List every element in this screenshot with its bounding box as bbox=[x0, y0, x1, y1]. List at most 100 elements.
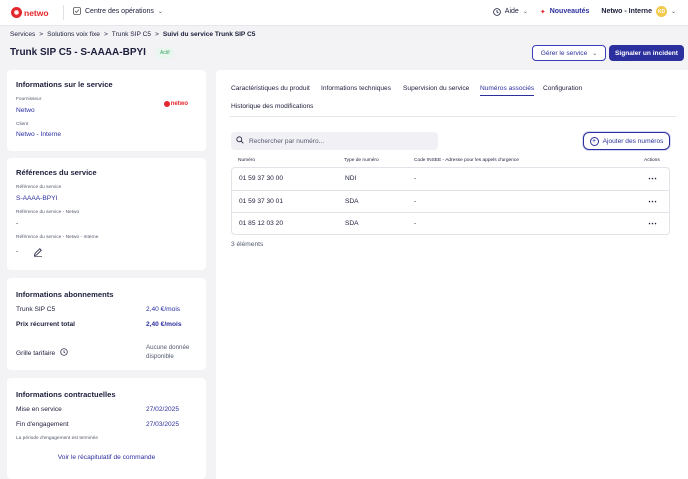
main-panel: Caractéristiques du produit Informations… bbox=[216, 70, 688, 479]
clock-icon bbox=[492, 7, 501, 16]
more-actions-icon[interactable]: ⋯ bbox=[648, 218, 657, 229]
order-summary-link[interactable]: Voir le récapitulatif de commande bbox=[7, 454, 206, 461]
line-label: Trunk SIP C5 bbox=[16, 306, 56, 313]
tab-configuration[interactable]: Configuration bbox=[543, 85, 582, 92]
breadcrumb: Services > Solutions voix fixe > Trunk S… bbox=[10, 31, 255, 38]
search-icon bbox=[236, 136, 244, 146]
more-actions-icon[interactable]: ⋯ bbox=[648, 196, 657, 207]
card-title: Informations abonnements bbox=[16, 290, 114, 299]
ref-netwo-value: - bbox=[16, 220, 19, 227]
tab-technical-info[interactable]: Informations techniques bbox=[321, 85, 391, 92]
news-label: Nouveautés bbox=[549, 8, 590, 15]
results-count: 3 éléments bbox=[231, 241, 264, 248]
provider-label: Fournisseur bbox=[16, 97, 42, 102]
breadcrumb-separator: > bbox=[39, 31, 44, 38]
page-title: Trunk SIP C5 - S-AAAA-BPYI bbox=[10, 47, 146, 58]
insee-cell: - bbox=[414, 175, 417, 182]
ref-value[interactable]: S-AAAA-BPYI bbox=[16, 195, 57, 202]
pricing-grid-row: Grille tarifaire bbox=[16, 348, 68, 358]
logo-mark-icon bbox=[163, 101, 170, 107]
end-value: 27/03/2025 bbox=[146, 421, 180, 428]
ref-internal-value: - bbox=[16, 248, 19, 255]
netwo-logo[interactable]: ◉ netwo bbox=[11, 7, 49, 18]
number-cell: 01 85 12 03 20 bbox=[239, 220, 283, 227]
search-input[interactable] bbox=[249, 137, 429, 145]
column-header-actions: Actions bbox=[644, 158, 660, 163]
pricing-grid-label: Grille tarifaire bbox=[16, 349, 56, 357]
ref-internal-label: Référence du service - Netwo - Interne bbox=[16, 235, 99, 240]
provider-value[interactable]: Netwo bbox=[16, 107, 35, 114]
account-label: Netwo - Interne bbox=[601, 8, 652, 15]
type-cell: NDI bbox=[345, 175, 357, 182]
add-numbers-label: Ajouter des numéros bbox=[602, 137, 664, 145]
operations-center-menu[interactable]: Centre des opérations ⌄ bbox=[73, 7, 163, 15]
divider bbox=[63, 5, 64, 20]
provider-logo: netwo bbox=[163, 101, 188, 107]
subscription-card: Informations abonnements Trunk SIP C5 2,… bbox=[7, 278, 206, 370]
breadcrumb-trunk-sip[interactable]: Trunk SIP C5 bbox=[112, 31, 151, 38]
news-link[interactable]: ✦ Nouveautés bbox=[540, 8, 590, 16]
search-box bbox=[231, 132, 438, 150]
insee-cell: - bbox=[414, 220, 417, 227]
more-actions-icon[interactable]: ⋯ bbox=[648, 173, 657, 184]
column-header-insee: Code INSEE - Adresse pour les appels d'u… bbox=[414, 158, 519, 163]
numbers-table: 01 59 37 30 00 NDI - ⋯ 01 59 37 30 01 SD… bbox=[231, 167, 670, 235]
type-cell: SDA bbox=[345, 197, 359, 205]
plus-circle-icon: + bbox=[589, 136, 599, 146]
checklist-icon bbox=[73, 7, 81, 15]
tab-product-characteristics[interactable]: Caractéristiques du produit bbox=[231, 85, 310, 92]
account-menu[interactable]: Netwo - Interne KD ⌄ bbox=[601, 6, 676, 17]
chevron-down-icon: ⌄ bbox=[670, 9, 676, 15]
edit-pencil-icon[interactable] bbox=[33, 247, 43, 259]
breadcrumb-separator: > bbox=[103, 31, 108, 38]
card-title: Informations sur le service bbox=[16, 80, 113, 89]
total-label: Prix récurrent total bbox=[16, 321, 75, 328]
breadcrumb-current: Suivi du service Trunk SIP C5 bbox=[162, 31, 256, 38]
tab-history[interactable]: Historique des modifications bbox=[231, 103, 313, 110]
client-label: Client bbox=[16, 122, 29, 127]
number-cell: 01 59 37 30 01 bbox=[239, 197, 283, 205]
tab-associated-numbers[interactable]: Numéros associés bbox=[480, 85, 535, 96]
column-header-type: Type de numéro bbox=[344, 158, 379, 163]
info-icon[interactable] bbox=[60, 348, 68, 358]
help-menu[interactable]: Aide ⌄ bbox=[492, 7, 528, 16]
line-value: 2,40 €/mois bbox=[146, 306, 181, 313]
tabs-divider bbox=[230, 116, 676, 117]
number-cell: 01 59 37 30 00 bbox=[239, 175, 283, 182]
insee-cell: - bbox=[414, 197, 417, 205]
manage-service-button[interactable]: Gérer le service ⌄ bbox=[532, 45, 606, 61]
report-incident-button[interactable]: Signaler un incident bbox=[609, 45, 684, 61]
column-header-number: Numéro bbox=[238, 158, 256, 163]
references-card: Références du service Référence du servi… bbox=[7, 158, 206, 270]
avatar: KD bbox=[655, 6, 667, 17]
pricing-grid-value: Aucune donnée disponible bbox=[146, 344, 190, 360]
service-info-card: Informations sur le service Fournisseur … bbox=[7, 70, 206, 151]
total-value: 2,40 €/mois bbox=[146, 321, 182, 328]
card-title: Informations contractuelles bbox=[16, 390, 116, 399]
chevron-down-icon: ⌄ bbox=[157, 8, 163, 15]
operations-center-label: Centre des opérations bbox=[85, 7, 154, 15]
ref-label: Référence du service bbox=[16, 185, 62, 190]
megaphone-icon: ✦ bbox=[539, 8, 546, 16]
chevron-down-icon: ⌄ bbox=[522, 9, 528, 15]
start-value: 27/02/2025 bbox=[146, 406, 180, 413]
type-cell: SDA bbox=[345, 220, 359, 227]
table-row: 01 59 37 30 01 SDA - ⋯ bbox=[232, 191, 669, 213]
chevron-down-icon: ⌄ bbox=[592, 50, 598, 57]
manage-service-label: Gérer le service bbox=[540, 49, 588, 57]
end-label: Fin d'engagement bbox=[16, 421, 69, 428]
card-title: Références du service bbox=[16, 168, 97, 177]
client-value[interactable]: Netwo - Interne bbox=[16, 131, 61, 138]
breadcrumb-separator: > bbox=[155, 31, 159, 38]
breadcrumb-services[interactable]: Services bbox=[10, 31, 35, 38]
add-numbers-button[interactable]: + Ajouter des numéros bbox=[583, 132, 670, 150]
help-label: Aide bbox=[504, 8, 519, 15]
breadcrumb-voice-solutions[interactable]: Solutions voix fixe bbox=[47, 31, 100, 38]
contract-card: Informations contractuelles Mise en serv… bbox=[7, 378, 206, 479]
table-row: 01 59 37 30 00 NDI - ⋯ bbox=[232, 168, 669, 191]
tab-supervision[interactable]: Supervision du service bbox=[403, 85, 469, 92]
logo-mark-icon: ◉ bbox=[11, 7, 22, 18]
table-row: 01 85 12 03 20 SDA - ⋯ bbox=[232, 213, 669, 236]
start-label: Mise en service bbox=[16, 406, 62, 413]
engagement-note: La période d'engagement est terminée bbox=[16, 436, 98, 441]
